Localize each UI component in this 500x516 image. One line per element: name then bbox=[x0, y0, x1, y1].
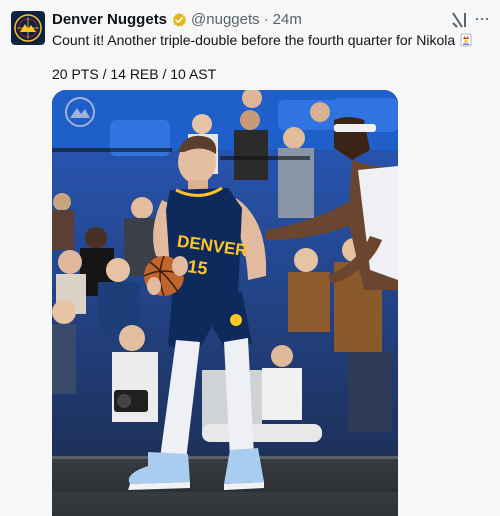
verified-badge-icon bbox=[171, 12, 187, 28]
separator-dot: · bbox=[263, 11, 269, 28]
stats-line: 20 PTS / 14 REB / 10 AST bbox=[52, 66, 217, 82]
timestamp[interactable]: 24m bbox=[273, 11, 302, 28]
tweet-card[interactable]: Denver Nuggets @nuggets · 24m ··· Count … bbox=[0, 0, 500, 516]
tweet-body: Count it! Another triple-double before t… bbox=[52, 32, 456, 48]
display-name[interactable]: Denver Nuggets bbox=[52, 11, 167, 28]
tweet-photo[interactable]: DENVER 15 bbox=[52, 90, 398, 516]
user-handle[interactable]: @nuggets bbox=[191, 11, 260, 28]
grok-icon[interactable] bbox=[450, 10, 470, 30]
tweet-header: Denver Nuggets @nuggets · 24m bbox=[52, 11, 302, 28]
joker-card-emoji-icon bbox=[459, 33, 473, 47]
jersey-number: 15 bbox=[186, 256, 209, 279]
tweet-text: Count it! Another triple-double before t… bbox=[52, 31, 482, 49]
nuggets-logo-icon[interactable] bbox=[11, 11, 45, 45]
more-icon[interactable]: ··· bbox=[474, 8, 490, 29]
